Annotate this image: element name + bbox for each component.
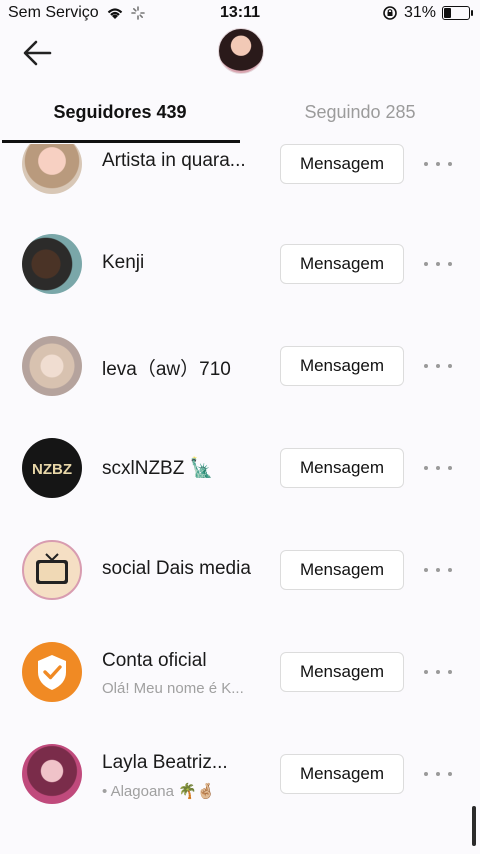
list-item[interactable]: Kenji Mensagem — [0, 220, 480, 310]
message-button[interactable]: Mensagem — [280, 550, 404, 590]
more-options-icon[interactable] — [424, 356, 452, 376]
follower-name: Conta oficial — [102, 650, 207, 671]
avatar[interactable]: NZBZ — [22, 438, 82, 498]
list-item[interactable]: NZBZ scxlNZBZ 🗽 Mensagem — [0, 424, 480, 514]
battery-percent: 31% — [403, 4, 436, 21]
more-options-icon[interactable] — [424, 560, 452, 580]
list-item[interactable]: Conta oficial Olá! Meu nome é K... Mensa… — [0, 628, 480, 718]
more-options-icon[interactable] — [424, 254, 452, 274]
battery-fill — [444, 8, 451, 18]
tab-followers[interactable]: Seguidores 439 — [0, 102, 240, 123]
avatar[interactable] — [22, 642, 82, 702]
header — [0, 28, 480, 78]
more-options-icon[interactable] — [424, 764, 452, 784]
back-button[interactable] — [18, 36, 58, 70]
message-button[interactable]: Mensagem — [280, 448, 404, 488]
follower-subtitle: • Alagoana 🌴🤞🏼 — [102, 783, 216, 800]
more-options-icon[interactable] — [424, 154, 452, 174]
message-button[interactable]: Mensagem — [280, 652, 404, 692]
follower-name: leva（aw）710 — [102, 359, 231, 380]
follower-subtitle: Olá! Meu nome é K... — [102, 680, 244, 697]
message-button[interactable]: Mensagem — [280, 244, 404, 284]
avatar[interactable] — [22, 744, 82, 804]
message-button[interactable]: Mensagem — [280, 144, 404, 184]
list-item[interactable]: leva（aw）710 Mensagem — [0, 322, 480, 412]
arrow-left-icon — [23, 40, 52, 66]
more-options-icon[interactable] — [424, 458, 452, 478]
follower-name: scxlNZBZ 🗽 — [102, 458, 214, 479]
avatar[interactable] — [22, 540, 82, 600]
battery-icon — [442, 6, 473, 20]
active-tab-indicator — [2, 140, 240, 143]
tab-following[interactable]: Seguindo 285 — [240, 102, 480, 123]
nzbz-logo: NZBZ — [32, 461, 72, 478]
scrollbar[interactable] — [472, 806, 476, 846]
list-item[interactable]: Artista in quara... Mensagem — [0, 144, 480, 210]
profile-avatar[interactable] — [218, 28, 264, 74]
follower-name: Kenji — [102, 252, 145, 273]
avatar[interactable] — [22, 336, 82, 396]
follower-name: Layla Beatriz... — [102, 752, 228, 773]
svg-text:NZBZ: NZBZ — [32, 461, 72, 478]
shield-check-icon — [38, 655, 66, 690]
status-bar: Sem Serviço 13:11 31% — [0, 0, 480, 28]
avatar[interactable] — [22, 234, 82, 294]
avatar[interactable] — [22, 144, 82, 194]
list-item[interactable]: social Dais media Mensagem — [0, 526, 480, 616]
message-button[interactable]: Mensagem — [280, 754, 404, 794]
follower-name: Artista in quara... — [102, 150, 246, 171]
tv-icon — [36, 553, 68, 584]
orientation-lock-icon — [383, 6, 397, 20]
followers-list[interactable]: Artista in quara... Mensagem Kenji Mensa… — [0, 144, 480, 854]
tab-bar: Seguidores 439 Seguindo 285 — [0, 92, 480, 144]
status-right: 31% — [382, 4, 473, 22]
message-button[interactable]: Mensagem — [280, 346, 404, 386]
list-item[interactable]: Layla Beatriz... • Alagoana 🌴🤞🏼 Mensagem — [0, 730, 480, 820]
follower-name: social Dais media — [102, 558, 251, 579]
more-options-icon[interactable] — [424, 662, 452, 682]
